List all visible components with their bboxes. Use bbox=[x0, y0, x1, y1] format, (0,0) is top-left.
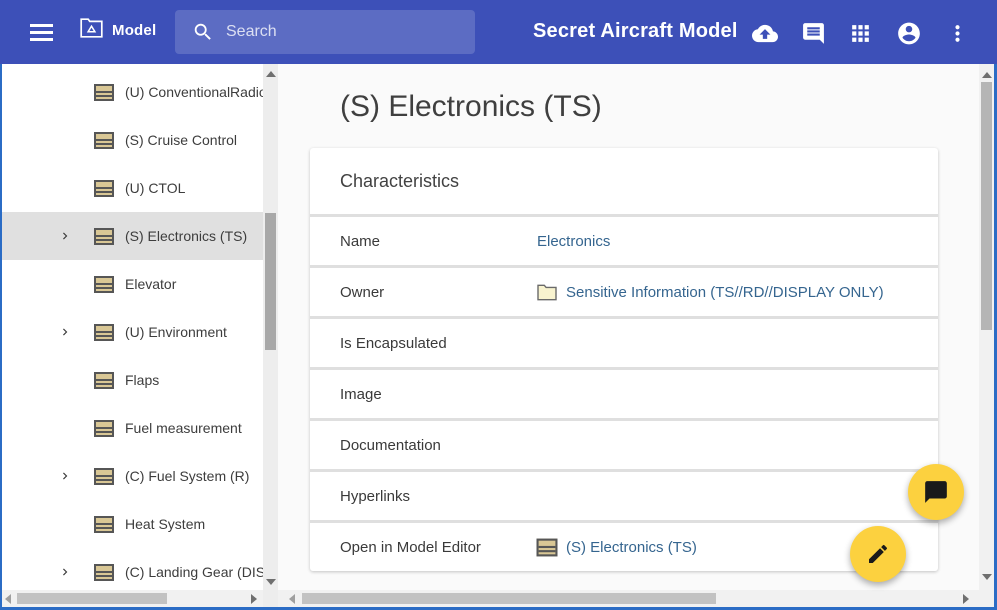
app-title: Secret Aircraft Model bbox=[533, 20, 738, 43]
edit-fab[interactable] bbox=[850, 526, 906, 582]
chevron-right-icon[interactable] bbox=[58, 229, 94, 243]
block-icon bbox=[94, 324, 114, 341]
block-icon bbox=[94, 564, 114, 581]
chevron-right-icon[interactable] bbox=[58, 565, 94, 579]
content-vertical-scrollbar[interactable] bbox=[979, 64, 994, 590]
open-in-model-editor-link[interactable]: (S) Electronics (TS) bbox=[566, 539, 697, 556]
content-horizontal-scrollbar-thumb[interactable] bbox=[302, 593, 716, 604]
comment-fab[interactable] bbox=[908, 464, 964, 520]
row-documentation: Documentation bbox=[310, 421, 938, 469]
row-name: Name Electronics bbox=[310, 217, 938, 265]
search-box[interactable] bbox=[175, 10, 475, 54]
tree-item-landing-gear[interactable]: (C) Landing Gear (DISPL bbox=[2, 548, 263, 590]
scroll-right-icon[interactable] bbox=[963, 594, 969, 604]
tree-item-environment[interactable]: (U) Environment bbox=[2, 308, 263, 356]
block-icon bbox=[94, 180, 114, 197]
tree-item-elevator[interactable]: Elevator bbox=[2, 260, 263, 308]
pencil-icon bbox=[866, 542, 890, 566]
tree-item-conventionalradio[interactable]: (U) ConventionalRadio bbox=[2, 68, 263, 116]
scroll-right-icon[interactable] bbox=[251, 594, 257, 604]
scroll-up-icon[interactable] bbox=[266, 71, 276, 77]
row-image: Image bbox=[310, 370, 938, 418]
scroll-left-icon[interactable] bbox=[289, 594, 295, 604]
owner-value-link[interactable]: Sensitive Information (TS//RD//DISPLAY O… bbox=[566, 284, 884, 301]
tree-item-flaps[interactable]: Flaps bbox=[2, 356, 263, 404]
content-vertical-scrollbar-thumb[interactable] bbox=[981, 82, 992, 330]
tree-horizontal-scrollbar-thumb[interactable] bbox=[17, 593, 167, 604]
row-open-in-model-editor: Open in Model Editor (S) Electronics (TS… bbox=[310, 523, 938, 571]
chevron-right-icon[interactable] bbox=[58, 469, 94, 483]
app-header: Model Secret Aircraft Model bbox=[0, 0, 997, 64]
tree-item-cruise-control[interactable]: (S) Cruise Control bbox=[2, 116, 263, 164]
tree-item-electronics[interactable]: (S) Electronics (TS) bbox=[2, 212, 263, 260]
scroll-up-icon[interactable] bbox=[982, 72, 992, 78]
cloud-upload-icon[interactable] bbox=[752, 20, 778, 46]
block-icon bbox=[94, 468, 114, 485]
block-icon bbox=[94, 372, 114, 389]
block-icon bbox=[94, 132, 114, 149]
name-value-link[interactable]: Electronics bbox=[537, 233, 610, 250]
menu-icon[interactable] bbox=[30, 24, 53, 41]
model-folder-icon bbox=[80, 18, 103, 43]
block-icon bbox=[94, 84, 114, 101]
page-title: (S) Electronics (TS) bbox=[340, 90, 602, 124]
tree-vertical-scrollbar-thumb[interactable] bbox=[265, 213, 276, 350]
content-panel: (S) Electronics (TS) Characteristics Nam… bbox=[278, 64, 979, 590]
row-hyperlinks: Hyperlinks bbox=[310, 472, 938, 520]
horizontal-scrollbar-strip bbox=[0, 590, 994, 607]
model-button[interactable]: Model bbox=[80, 18, 156, 43]
apps-grid-icon[interactable] bbox=[847, 20, 873, 46]
model-button-label: Model bbox=[112, 22, 156, 39]
block-icon bbox=[94, 228, 114, 245]
tree-item-heat-system[interactable]: Heat System bbox=[2, 500, 263, 548]
scroll-down-icon[interactable] bbox=[266, 579, 276, 585]
tree-item-fuel-measurement[interactable]: Fuel measurement bbox=[2, 404, 263, 452]
search-input[interactable] bbox=[214, 23, 475, 41]
block-icon bbox=[537, 538, 558, 556]
more-vertical-icon[interactable] bbox=[944, 20, 970, 46]
block-icon bbox=[94, 420, 114, 437]
scroll-down-icon[interactable] bbox=[982, 574, 992, 580]
row-is-encapsulated: Is Encapsulated bbox=[310, 319, 938, 367]
card-title: Characteristics bbox=[310, 148, 938, 214]
app-window: Model Secret Aircraft Model (U) Convent bbox=[0, 0, 997, 610]
tree-item-fuel-system[interactable]: (C) Fuel System (R) bbox=[2, 452, 263, 500]
row-owner: Owner Sensitive Information (TS//RD//DIS… bbox=[310, 268, 938, 316]
folder-icon bbox=[537, 284, 557, 301]
chevron-right-icon[interactable] bbox=[58, 325, 94, 339]
characteristics-card: Characteristics Name Electronics Owner S… bbox=[310, 148, 938, 571]
model-tree: (U) ConventionalRadio (S) Cruise Control… bbox=[2, 68, 263, 590]
search-icon bbox=[192, 21, 214, 43]
chat-bubble-icon bbox=[923, 479, 949, 505]
account-icon[interactable] bbox=[896, 20, 922, 46]
block-icon bbox=[94, 516, 114, 533]
window-border bbox=[0, 64, 2, 610]
comment-icon[interactable] bbox=[800, 20, 826, 46]
tree-vertical-scrollbar[interactable] bbox=[263, 64, 278, 607]
block-icon bbox=[94, 276, 114, 293]
scroll-left-icon[interactable] bbox=[5, 594, 11, 604]
model-tree-panel: (U) ConventionalRadio (S) Cruise Control… bbox=[2, 64, 278, 590]
tree-item-ctol[interactable]: (U) CTOL bbox=[2, 164, 263, 212]
